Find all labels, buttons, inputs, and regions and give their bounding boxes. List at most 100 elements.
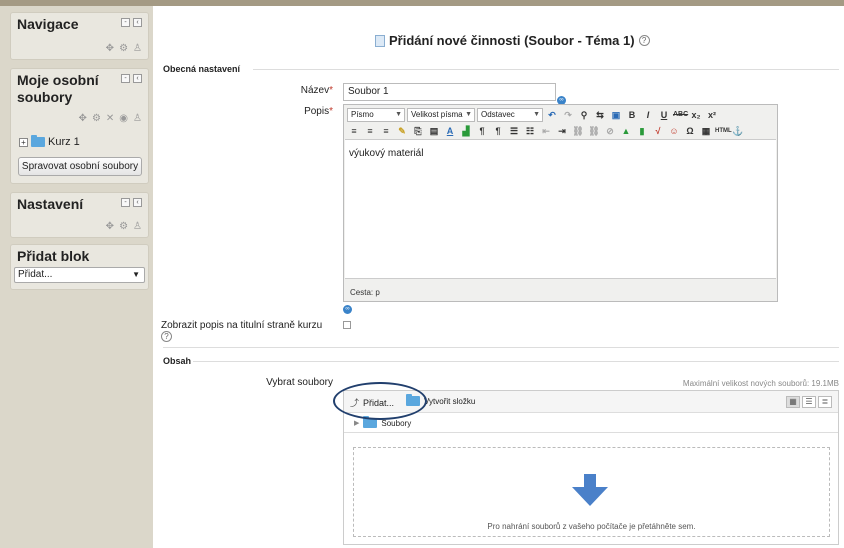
number-list-icon[interactable]: ☷ xyxy=(523,124,537,138)
align-right-icon[interactable]: ≡ xyxy=(379,124,393,138)
equation-icon[interactable]: √ xyxy=(651,124,665,138)
unlink-icon[interactable]: ⛓ xyxy=(587,124,601,138)
clean-icon[interactable]: ✎ xyxy=(395,124,409,138)
redo-icon[interactable]: ↷ xyxy=(561,108,575,122)
hide-block-icon[interactable]: - xyxy=(121,74,130,83)
tree-view-icon[interactable]: ≣ xyxy=(818,396,832,408)
edit-icons: ✥ ⚙ ♙ xyxy=(106,43,142,54)
move-icon[interactable]: ✥ xyxy=(106,43,114,54)
description-editor: Písmo ▼ Velikost písma ▼ Odstavec ▼ ↶ ↷ ⚲ ⇆… xyxy=(343,104,778,302)
dock-block-icon[interactable]: ‹ xyxy=(133,18,142,27)
chevron-down-icon: ▼ xyxy=(132,270,140,279)
create-folder-label: Vytvořit složku xyxy=(424,396,476,406)
add-block: Přidat blok Přidat... ▼ xyxy=(10,244,149,290)
divider xyxy=(253,69,839,70)
outdent-icon[interactable]: ⇤ xyxy=(539,124,553,138)
general-legend: Obecná nastavení xyxy=(163,64,241,74)
superscript-icon[interactable]: x² xyxy=(705,108,719,122)
gear-icon[interactable]: ⚙ xyxy=(119,221,128,232)
link-icon[interactable]: ∞ xyxy=(343,305,352,314)
emoticon-icon[interactable]: ☺ xyxy=(667,124,681,138)
file-picker: ⤴ Přidat... Vytvořit složku ▦ ☰ ≣ ▶ Soub… xyxy=(343,390,839,545)
name-field[interactable]: Soubor 1 xyxy=(343,83,556,101)
icon-view-icon[interactable]: ▦ xyxy=(786,396,800,408)
fullscreen-icon[interactable]: ▣ xyxy=(609,108,623,122)
drop-hint: Pro nahrání souborů z vašeho počítače je… xyxy=(487,522,696,531)
description-label-text: Popis xyxy=(304,106,330,117)
page-title-text: Přidání nové činnosti (Soubor - Téma 1) xyxy=(389,33,635,48)
gear-icon[interactable]: ⚙ xyxy=(119,43,128,54)
background-color-icon[interactable]: ▟ xyxy=(459,124,473,138)
underline-icon[interactable]: U xyxy=(657,108,671,122)
help-icon[interactable]: ? xyxy=(638,35,650,46)
assign-roles-icon[interactable]: ♙ xyxy=(133,43,142,54)
text-color-icon[interactable]: A xyxy=(443,124,457,138)
expand-icon[interactable]: + xyxy=(19,137,28,147)
hide-block-icon[interactable]: - xyxy=(121,18,130,27)
add-block-select[interactable]: Přidat... ▼ xyxy=(14,267,145,283)
anchor-icon[interactable]: ⚓ xyxy=(731,124,745,138)
bold-icon[interactable]: B xyxy=(625,108,639,122)
ltr-icon[interactable]: ¶ xyxy=(475,124,489,138)
special-char-icon[interactable]: Ω xyxy=(683,124,697,138)
font-select[interactable]: Písmo ▼ xyxy=(347,108,405,122)
gear-icon[interactable]: ⚙ xyxy=(92,113,101,124)
private-files-block: Moje osobní soubory - ‹ ✥ ⚙ ✕ ◉ ♙ + Kurz… xyxy=(10,68,149,184)
chevron-down-icon: ▼ xyxy=(395,111,402,118)
align-center-icon[interactable]: ≡ xyxy=(363,124,377,138)
highlight-circle xyxy=(333,382,427,420)
navigation-block: Navigace - ‹ ✥ ⚙ ♙ xyxy=(10,12,149,60)
paste-icon[interactable]: ⎘ xyxy=(411,124,425,138)
tree-item-kurz[interactable]: + Kurz 1 xyxy=(19,135,80,148)
hide-icon[interactable]: ◉ xyxy=(119,113,128,124)
strikethrough-icon[interactable]: ABC xyxy=(673,108,688,122)
main-content: Přidání nové činnosti (Soubor - Téma 1) … xyxy=(153,6,844,548)
move-icon[interactable]: ✥ xyxy=(79,113,87,124)
rtl-icon[interactable]: ¶ xyxy=(491,124,505,138)
name-label-text: Název xyxy=(300,85,330,96)
table-icon[interactable]: ▦ xyxy=(699,124,713,138)
manage-files-button[interactable]: Spravovat osobní soubory xyxy=(18,157,142,176)
replace-icon[interactable]: ⇆ xyxy=(593,108,607,122)
edit-icons: ✥ ⚙ ✕ ◉ ♙ xyxy=(79,113,142,124)
format-select-value: Odstavec xyxy=(481,110,515,119)
delete-icon[interactable]: ✕ xyxy=(106,113,114,124)
file-picker-path: ▶ Soubory xyxy=(344,413,838,433)
description-label: Popis* xyxy=(213,106,333,117)
move-icon[interactable]: ✥ xyxy=(106,221,114,232)
document-icon xyxy=(375,34,385,47)
undo-icon[interactable]: ↶ xyxy=(545,108,559,122)
help-icon[interactable]: ? xyxy=(161,331,172,342)
show-description-checkbox[interactable] xyxy=(343,321,351,329)
italic-icon[interactable]: I xyxy=(641,108,655,122)
subscript-icon[interactable]: x₂ xyxy=(689,108,703,122)
html-icon[interactable]: HTML xyxy=(715,124,732,138)
hide-block-icon[interactable]: - xyxy=(121,198,130,207)
divider xyxy=(193,361,839,362)
chevron-down-icon: ▼ xyxy=(533,111,540,118)
assign-roles-icon[interactable]: ♙ xyxy=(133,221,142,232)
bullet-list-icon[interactable]: ☰ xyxy=(507,124,521,138)
show-description-label-text: Zobrazit popis na titulní straně kurzu xyxy=(161,320,323,331)
folder-icon xyxy=(31,135,45,147)
dock-block-icon[interactable]: ‹ xyxy=(133,198,142,207)
list-view-icon[interactable]: ☰ xyxy=(802,396,816,408)
format-select[interactable]: Odstavec ▼ xyxy=(477,108,543,122)
image-icon[interactable]: ▲ xyxy=(619,124,633,138)
font-size-select-value: Velikost písma xyxy=(411,110,463,119)
align-left-icon[interactable]: ≡ xyxy=(347,124,361,138)
dock-block-icon[interactable]: ‹ xyxy=(133,74,142,83)
nolink-icon[interactable]: ⊘ xyxy=(603,124,617,138)
link-tool-icon[interactable]: ⛓ xyxy=(571,124,585,138)
font-size-select[interactable]: Velikost písma ▼ xyxy=(407,108,475,122)
block-controls: - ‹ xyxy=(121,198,142,207)
drop-zone[interactable]: Pro nahrání souborů z vašeho počítače je… xyxy=(353,447,830,537)
paste-word-icon[interactable]: ▤ xyxy=(427,124,441,138)
indent-icon[interactable]: ⇥ xyxy=(555,124,569,138)
editor-content[interactable]: výukový materiál xyxy=(345,139,776,279)
find-icon[interactable]: ⚲ xyxy=(577,108,591,122)
assign-roles-icon[interactable]: ♙ xyxy=(133,113,142,124)
font-select-value: Písmo xyxy=(351,110,374,119)
select-files-label: Vybrat soubory xyxy=(266,377,333,388)
media-icon[interactable]: ▮ xyxy=(635,124,649,138)
